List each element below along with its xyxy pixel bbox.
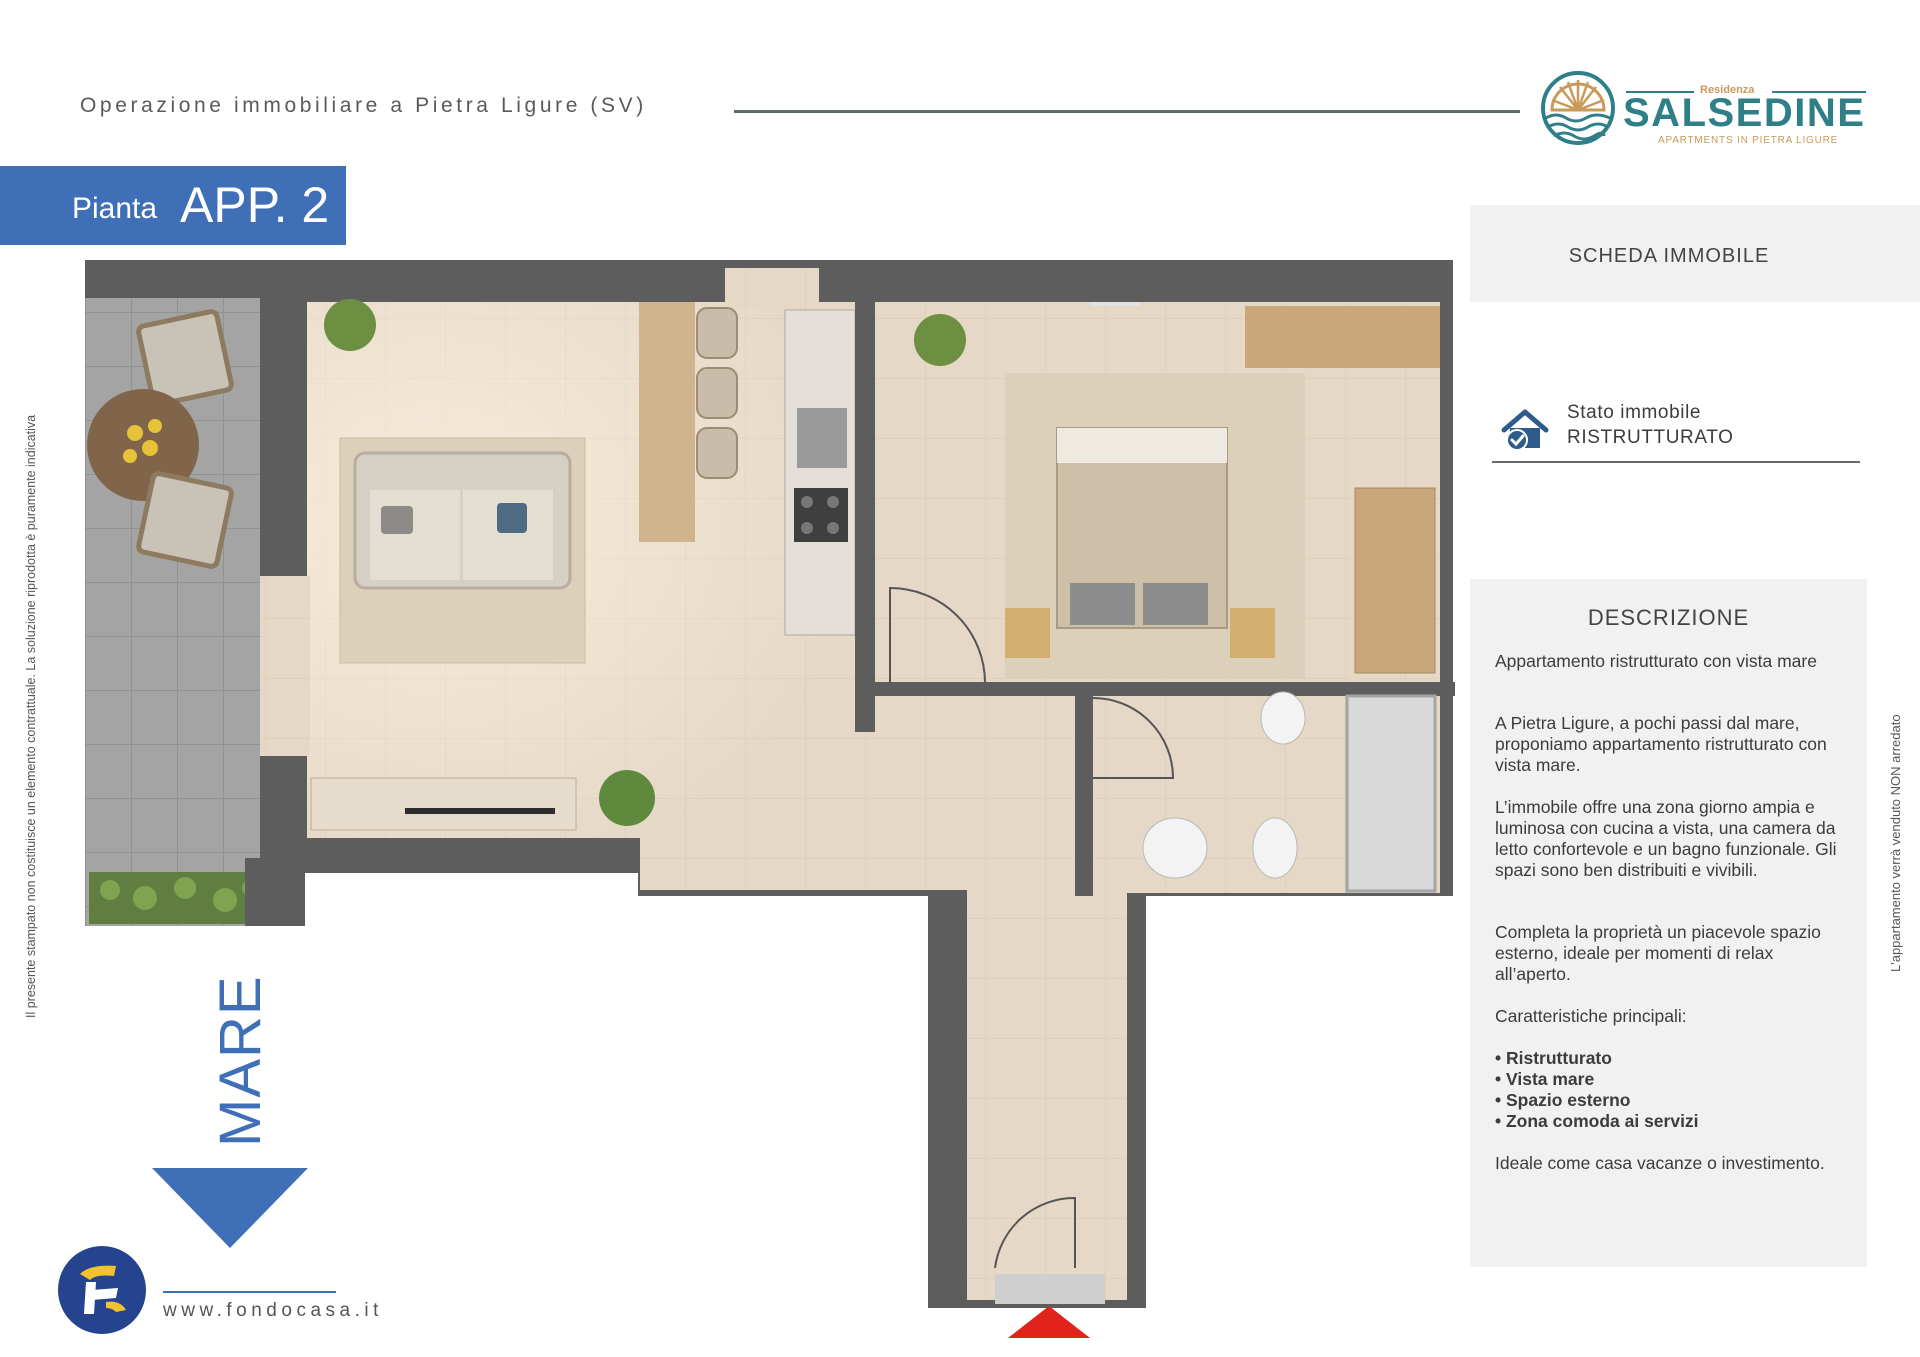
descrizione-box: DESCRIZIONE Appartamento ristrutturato c… bbox=[1470, 579, 1867, 1267]
sink bbox=[1142, 817, 1208, 879]
kitchen-counter bbox=[784, 309, 856, 636]
stato-value: RISTRUTTURATO bbox=[1567, 427, 1734, 448]
unfurnished-note: L'appartamento verrà venduto NON arredat… bbox=[1888, 714, 1903, 972]
wc bbox=[1260, 691, 1306, 745]
feature-item: • Spazio esterno bbox=[1495, 1090, 1631, 1110]
shower bbox=[1345, 694, 1437, 893]
disclaimer-text: Il presente stampato non costituisce un … bbox=[24, 414, 38, 1018]
website-link[interactable]: www.fondocasa.it bbox=[163, 1300, 383, 1322]
desk bbox=[1245, 306, 1440, 368]
sun-waves-logo-icon bbox=[1541, 71, 1615, 145]
descrizione-title: DESCRIZIONE bbox=[1587, 605, 1750, 630]
bidet bbox=[1252, 817, 1298, 879]
fondocasa-logo-icon[interactable] bbox=[56, 1244, 148, 1336]
header-subtitle: Operazione immobiliare a Pietra Ligure (… bbox=[80, 94, 647, 117]
website-divider bbox=[163, 1291, 336, 1293]
wardrobe bbox=[1354, 487, 1436, 674]
descrizione-p4: Completa la proprietà un piacevole spazi… bbox=[1495, 922, 1821, 984]
logo-brand-text: SALSEDINE bbox=[1623, 91, 1866, 135]
title-prefix: Pianta bbox=[72, 192, 158, 225]
house-check-icon bbox=[1501, 409, 1549, 451]
arrow-down-triangle-icon bbox=[152, 1168, 308, 1248]
title-band: Pianta APP. 2 bbox=[0, 166, 346, 245]
tv-unit bbox=[310, 777, 577, 831]
stato-divider bbox=[1492, 461, 1860, 463]
logo-tagline: APARTMENTS IN PIETRA LIGURE bbox=[1658, 135, 1839, 146]
scheda-title: SCHEDA IMMOBILE bbox=[1568, 245, 1770, 267]
sea-label: MARE bbox=[208, 975, 273, 1147]
dining-table bbox=[639, 302, 695, 542]
salsedine-logo: Residenza SALSEDINE APARTMENTS IN PIETRA… bbox=[1540, 70, 1870, 152]
header-divider bbox=[734, 110, 1520, 113]
descrizione-p1: Appartamento ristrutturato con vista mar… bbox=[1495, 651, 1817, 671]
descrizione-closing: Ideale come casa vacanze o investimento. bbox=[1495, 1153, 1825, 1173]
corridor-floor bbox=[967, 838, 1127, 1300]
stato-label: Stato immobile bbox=[1567, 402, 1702, 423]
scheda-header: SCHEDA IMMOBILE bbox=[1470, 205, 1920, 302]
feature-item: • Vista mare bbox=[1495, 1069, 1595, 1089]
entrance-triangle-icon bbox=[1008, 1306, 1090, 1338]
descrizione-p3: L’immobile offre una zona giorno ampia e… bbox=[1495, 797, 1837, 880]
feature-item: • Ristrutturato bbox=[1495, 1048, 1612, 1068]
feature-item: • Zona comoda ai servizi bbox=[1495, 1111, 1699, 1131]
descrizione-p2: A Pietra Ligure, a pochi passi dal mare,… bbox=[1495, 713, 1827, 775]
features-heading: Caratteristiche principali: bbox=[1495, 1006, 1687, 1026]
title-unit: APP. 2 bbox=[180, 177, 330, 233]
terrace-chair bbox=[136, 471, 234, 569]
